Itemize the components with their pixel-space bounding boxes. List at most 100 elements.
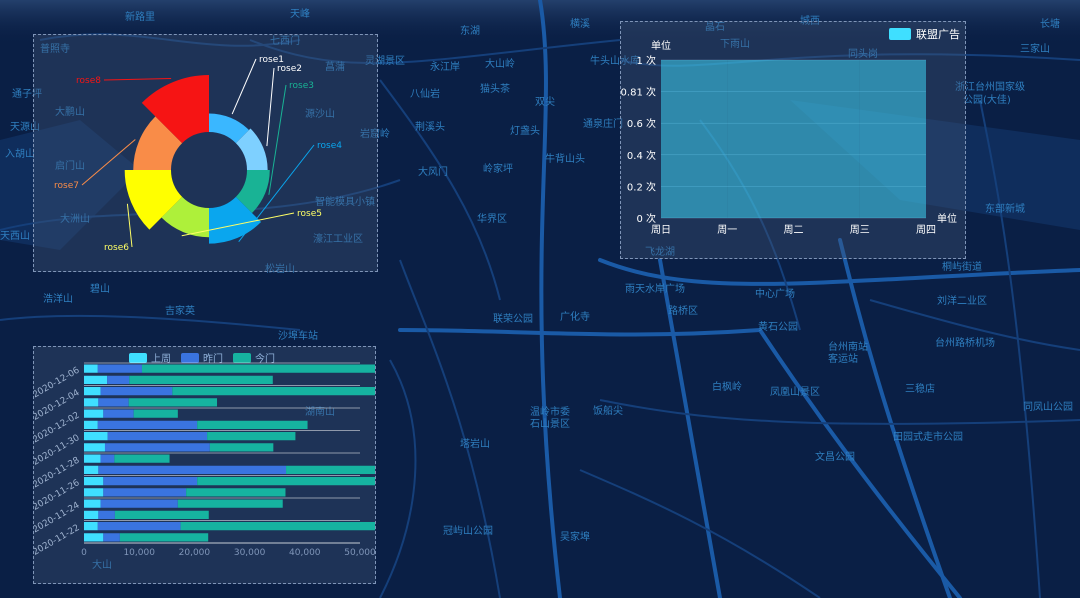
bar-segment[interactable]: [119, 533, 209, 542]
map-place-label: 中心广场: [755, 289, 795, 300]
map-place-label: 文昌公园: [815, 452, 855, 463]
map-place-label: 桐屿街道: [942, 262, 982, 273]
map-place-label: 白枫岭: [712, 382, 742, 393]
bar-segment[interactable]: [114, 510, 209, 519]
bar-segment[interactable]: [84, 499, 101, 508]
x-tick-label: 周日: [651, 224, 671, 236]
bar-segment[interactable]: [100, 499, 178, 508]
map-place-label: 永江岸: [430, 62, 460, 73]
bar-segment[interactable]: [98, 510, 115, 519]
bar-segment[interactable]: [84, 443, 105, 452]
bar-segment[interactable]: [84, 420, 98, 429]
bar-segment[interactable]: [98, 398, 129, 407]
bar-segment[interactable]: [197, 420, 308, 429]
slice-label: rose4: [317, 141, 342, 151]
map-place-label: 双尖: [535, 97, 555, 108]
bar[interactable]: [727, 60, 794, 218]
map-place-label: 沙埠车站: [278, 331, 318, 342]
bar[interactable]: [793, 60, 860, 218]
map-place-label: 凤凰山景区: [770, 387, 820, 398]
slice-label: rose8: [76, 76, 101, 86]
map-place-label: 三家山: [1020, 44, 1050, 55]
y-tick-label: 0.4 次: [627, 149, 656, 162]
weekly-bar-chart[interactable]: 0 次0.2 次0.4 次0.6 次0.81 次1 次单位单位周日 周一 周二 周三周…: [621, 22, 965, 258]
bar-segment[interactable]: [104, 443, 210, 452]
x-tick-label: 周三: [850, 224, 870, 236]
daily-stacked-bar-panel: 上周 昨门 今门 2020-12-06 2020-12-04 2020-12-02 2…: [33, 346, 376, 584]
bar-segment[interactable]: [197, 477, 375, 486]
map-place-label: 台州路桥机场: [935, 338, 995, 349]
x-tick-label: 0: [81, 548, 87, 558]
bar-segment[interactable]: [286, 465, 375, 474]
map-place-label: 塔岩山: [460, 439, 490, 450]
bar-segment[interactable]: [128, 398, 218, 407]
map-place-label: 猫头茶: [480, 84, 510, 95]
slice-label: rose5: [297, 209, 322, 219]
bar-segment[interactable]: [177, 499, 283, 508]
bar-segment[interactable]: [84, 387, 101, 396]
bar-segment[interactable]: [97, 522, 181, 531]
bar-segment[interactable]: [207, 432, 296, 441]
bar-segment[interactable]: [107, 432, 208, 441]
bar-segment[interactable]: [97, 420, 198, 429]
bar[interactable]: [661, 60, 728, 218]
y-tick-label: 1 次: [636, 54, 656, 67]
bar-segment[interactable]: [180, 522, 375, 531]
map-place-label: 广化寺: [560, 312, 590, 323]
bar-segment[interactable]: [97, 364, 142, 373]
y-tick-label: 0.81 次: [621, 86, 656, 99]
x-tick-label: 周一: [717, 224, 737, 236]
slice-leader-line: [266, 67, 275, 147]
bar-segment[interactable]: [84, 488, 104, 497]
y-tick-label: 0.6 次: [627, 117, 656, 130]
bar-segment[interactable]: [172, 387, 375, 396]
map-place-label: 岭家坪: [483, 164, 513, 175]
bar-segment[interactable]: [100, 454, 115, 463]
map-place-label: 三稳店: [905, 384, 935, 395]
map-place-label: 东部新城: [985, 204, 1025, 215]
bar-segment[interactable]: [98, 465, 287, 474]
map-place-label: 联荣公园: [493, 314, 533, 325]
bar[interactable]: [859, 60, 926, 218]
bar-segment[interactable]: [103, 488, 187, 497]
slice-leader-line: [103, 78, 172, 81]
bar-segment[interactable]: [114, 454, 170, 463]
bar-segment[interactable]: [84, 510, 99, 519]
x-tick-label: 40,000: [289, 548, 321, 558]
rose-pie-chart[interactable]: rose1rose2rose3rose4rose5rose6rose7rose8: [34, 35, 377, 271]
map-place-label: 浩洋山: [43, 294, 73, 305]
bar-segment[interactable]: [209, 443, 274, 452]
map-place-label: 公园(大佳): [963, 95, 1011, 106]
bar-segment[interactable]: [84, 522, 98, 531]
x-tick-label: 50,000: [344, 548, 375, 558]
map-place-label: 入胡山: [5, 149, 35, 160]
bar-segment[interactable]: [103, 477, 198, 486]
bar-segment[interactable]: [84, 432, 108, 441]
x-tick-label: 10,000: [123, 548, 155, 558]
bar-segment[interactable]: [129, 375, 273, 384]
bar-segment[interactable]: [100, 387, 173, 396]
bar-segment[interactable]: [103, 533, 120, 542]
x-tick-label: 周四: [916, 224, 936, 236]
bar-segment[interactable]: [84, 533, 104, 542]
bar-segment[interactable]: [84, 409, 104, 418]
bar-segment[interactable]: [84, 375, 108, 384]
bar-segment[interactable]: [186, 488, 286, 497]
map-place-label: 大风门: [418, 167, 448, 178]
bar-segment[interactable]: [84, 364, 98, 373]
bar-segment[interactable]: [133, 409, 178, 418]
map-place-label: 东湖: [460, 26, 480, 37]
bar-segment[interactable]: [103, 409, 134, 418]
x-tick-label: 周二: [784, 224, 804, 236]
bar-segment[interactable]: [107, 375, 130, 384]
bar-segment[interactable]: [84, 454, 101, 463]
slice-label: rose7: [54, 181, 79, 191]
map-place-label: 吴家埠: [560, 532, 590, 543]
weekly-bar-panel: 联盟广告 0 次 0.2 次 0.4 次 0.6 次 0.81 次1 次单位 单位 周日 周一…: [620, 21, 966, 259]
bar-segment[interactable]: [84, 477, 104, 486]
bar-segment[interactable]: [84, 465, 99, 474]
bar-segment[interactable]: [84, 398, 99, 407]
stacked-bar-chart[interactable]: 2020-12-062020-12-042020-12-022020-11-30…: [34, 347, 375, 583]
map-place-label: 天峰: [290, 9, 310, 20]
bar-segment[interactable]: [141, 364, 375, 373]
